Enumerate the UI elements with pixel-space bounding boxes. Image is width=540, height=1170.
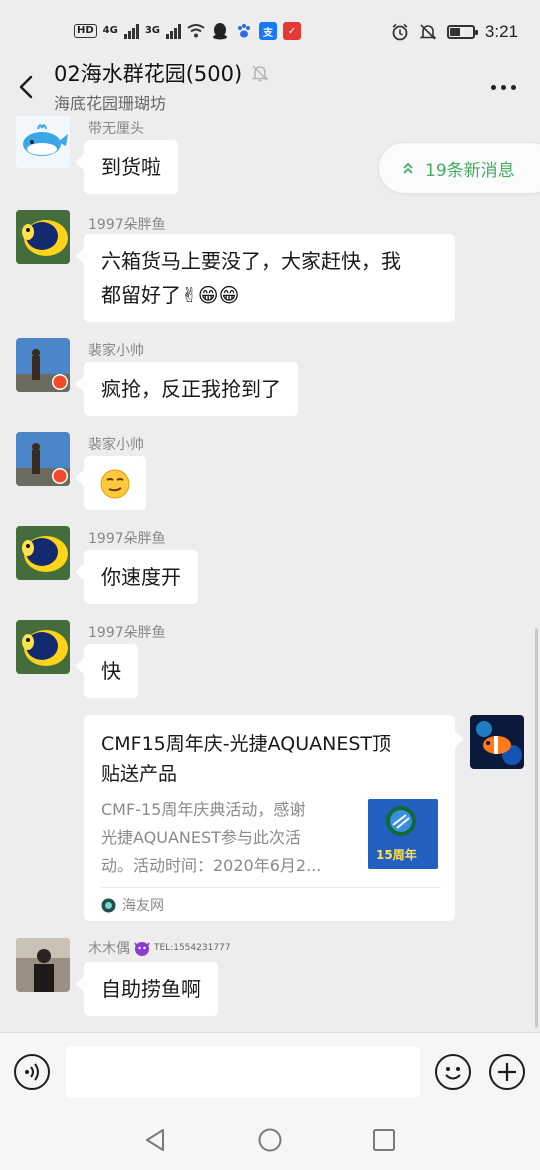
avatar[interactable] bbox=[16, 338, 70, 392]
avatar[interactable] bbox=[16, 620, 70, 674]
qq-icon bbox=[211, 22, 229, 40]
link-card-desc-line: 光捷AQUANEST参与此次活 bbox=[101, 828, 301, 847]
chat-title-row: 02海水群花园(500) bbox=[54, 58, 270, 88]
message-bubble[interactable]: 你速度开 bbox=[84, 550, 198, 604]
person-avatar-image bbox=[16, 432, 70, 486]
message-list[interactable]: 带无厘头 到货啦 19条新消息 1997朵胖鱼 六箱货马上要没了，大家赶快，我 … bbox=[0, 116, 540, 1032]
plus-icon bbox=[498, 1063, 516, 1081]
more-functions-button[interactable] bbox=[489, 1054, 525, 1090]
site-logo-icon bbox=[101, 898, 116, 912]
sender-name: 1997朵胖鱼 bbox=[88, 625, 166, 641]
sender-name-text: 木木偶 bbox=[88, 941, 130, 957]
smiley-icon bbox=[445, 1067, 461, 1080]
link-card-title-line: CMF15周年庆-光捷AQUANEST顶 bbox=[101, 733, 392, 755]
chat-title: 02海水群花园(500) bbox=[54, 62, 243, 86]
avatar[interactable] bbox=[16, 938, 70, 992]
status-bar: HD 4G 3G 支 ✓ 3:21 bbox=[0, 0, 540, 64]
avatar[interactable] bbox=[16, 526, 70, 580]
app-notification-icon: ✓ bbox=[283, 22, 302, 40]
link-card-title-line: 贴送产品 bbox=[101, 763, 178, 785]
sender-name: 裴家小帅 bbox=[88, 437, 144, 453]
scrollbar[interactable] bbox=[535, 628, 538, 1028]
back-button[interactable] bbox=[12, 72, 42, 102]
emoji-button[interactable] bbox=[435, 1054, 471, 1090]
wifi-icon bbox=[187, 22, 205, 40]
double-chevron-up-icon bbox=[403, 162, 413, 174]
battery-icon bbox=[446, 25, 478, 39]
system-nav-bar bbox=[0, 1110, 540, 1170]
voice-input-button[interactable] bbox=[14, 1054, 50, 1090]
alipay-icon: 支 bbox=[259, 22, 278, 40]
chat-header: 02海水群花园(500) 海底花园珊瑚坊 bbox=[0, 62, 540, 116]
sender-name: 裴家小帅 bbox=[88, 343, 144, 359]
battery-level-fill bbox=[449, 28, 460, 36]
message-line: 六箱货马上要没了，大家赶快，我 bbox=[101, 249, 401, 273]
sender-name: 1997朵胖鱼 bbox=[88, 217, 166, 233]
new-messages-label: 19条新消息 bbox=[425, 160, 515, 181]
input-bar bbox=[0, 1032, 540, 1110]
voice-icon bbox=[25, 1063, 39, 1081]
divider bbox=[101, 887, 441, 888]
muted-bell-icon bbox=[251, 65, 269, 82]
avatar[interactable] bbox=[16, 432, 70, 486]
link-card-desc-line: 动。活动时间：2020年6月2... bbox=[101, 856, 322, 875]
person-avatar-image bbox=[16, 338, 70, 392]
avatar[interactable] bbox=[16, 116, 70, 168]
message-line: 都留好了✌😁😁 bbox=[101, 283, 240, 307]
message-bubble[interactable] bbox=[84, 456, 146, 510]
link-card-title: CMF15周年庆-光捷AQUANEST顶 贴送产品 bbox=[101, 729, 445, 789]
link-card-thumbnail: 15周年 bbox=[368, 799, 438, 869]
message-bubble[interactable]: 自助捞鱼啊 bbox=[84, 962, 218, 1016]
message-bubble[interactable]: 快 bbox=[84, 644, 138, 698]
chat-subtitle: 海底花园珊瑚坊 bbox=[54, 94, 167, 113]
nav-back-icon[interactable] bbox=[143, 1127, 167, 1153]
sender-name: 带无厘头 bbox=[88, 121, 144, 137]
signal-icon bbox=[123, 23, 139, 39]
fish-avatar-image bbox=[16, 210, 70, 264]
whale-avatar-image bbox=[23, 124, 68, 156]
sender-badge: TEL:1554231777 bbox=[154, 943, 231, 953]
mute-bell-icon bbox=[419, 23, 437, 41]
message-input[interactable] bbox=[66, 1046, 420, 1098]
link-card-source-label: 海友网 bbox=[122, 898, 164, 914]
message-bubble[interactable]: 疯抢，反正我抢到了 bbox=[84, 362, 298, 416]
avatar[interactable] bbox=[16, 210, 70, 264]
network-4g-label: 4G bbox=[102, 25, 118, 36]
alarm-icon bbox=[391, 23, 409, 41]
dot-icon bbox=[511, 84, 516, 90]
status-right-icons: 3:21 bbox=[391, 22, 518, 42]
status-left-icons: HD 4G 3G 支 ✓ bbox=[74, 22, 302, 40]
smirk-emoji-icon bbox=[100, 469, 130, 499]
nav-home-icon[interactable] bbox=[257, 1127, 283, 1153]
link-card-desc-line: CMF-15周年庆典活动，感谢 bbox=[101, 800, 306, 819]
devil-emoji-icon bbox=[134, 942, 150, 956]
hd-indicator: HD bbox=[74, 24, 97, 38]
dot-icon bbox=[491, 84, 496, 90]
sender-name: 1997朵胖鱼 bbox=[88, 531, 166, 547]
new-messages-button[interactable]: 19条新消息 bbox=[378, 142, 540, 194]
link-card-source: 海友网 bbox=[101, 895, 164, 915]
message-bubble[interactable]: 六箱货马上要没了，大家赶快，我 都留好了✌😁😁 bbox=[84, 234, 455, 322]
message-bubble[interactable]: 到货啦 bbox=[84, 140, 178, 194]
link-card[interactable]: CMF15周年庆-光捷AQUANEST顶 贴送产品 CMF-15周年庆典活动，感… bbox=[84, 715, 455, 921]
link-card-thumb-text: 15周年 bbox=[376, 848, 417, 862]
nav-recents-icon[interactable] bbox=[372, 1128, 396, 1152]
fish-avatar-image bbox=[16, 620, 70, 674]
fish-avatar-image bbox=[16, 526, 70, 580]
network-3g-label: 3G bbox=[144, 25, 161, 36]
status-time: 3:21 bbox=[484, 22, 518, 41]
person-avatar-image bbox=[16, 938, 70, 992]
own-avatar[interactable] bbox=[470, 715, 524, 769]
signal-icon bbox=[166, 23, 182, 39]
more-options-button[interactable] bbox=[491, 72, 516, 102]
paw-icon bbox=[235, 22, 253, 40]
sender-name: 木木偶 TEL:1554231777 bbox=[88, 938, 231, 958]
link-card-description: CMF-15周年庆典活动，感谢 光捷AQUANEST参与此次活 动。活动时间：2… bbox=[101, 796, 355, 880]
dot-icon bbox=[501, 84, 506, 90]
clownfish-avatar-image bbox=[470, 715, 524, 769]
chevron-left-icon bbox=[19, 75, 33, 99]
